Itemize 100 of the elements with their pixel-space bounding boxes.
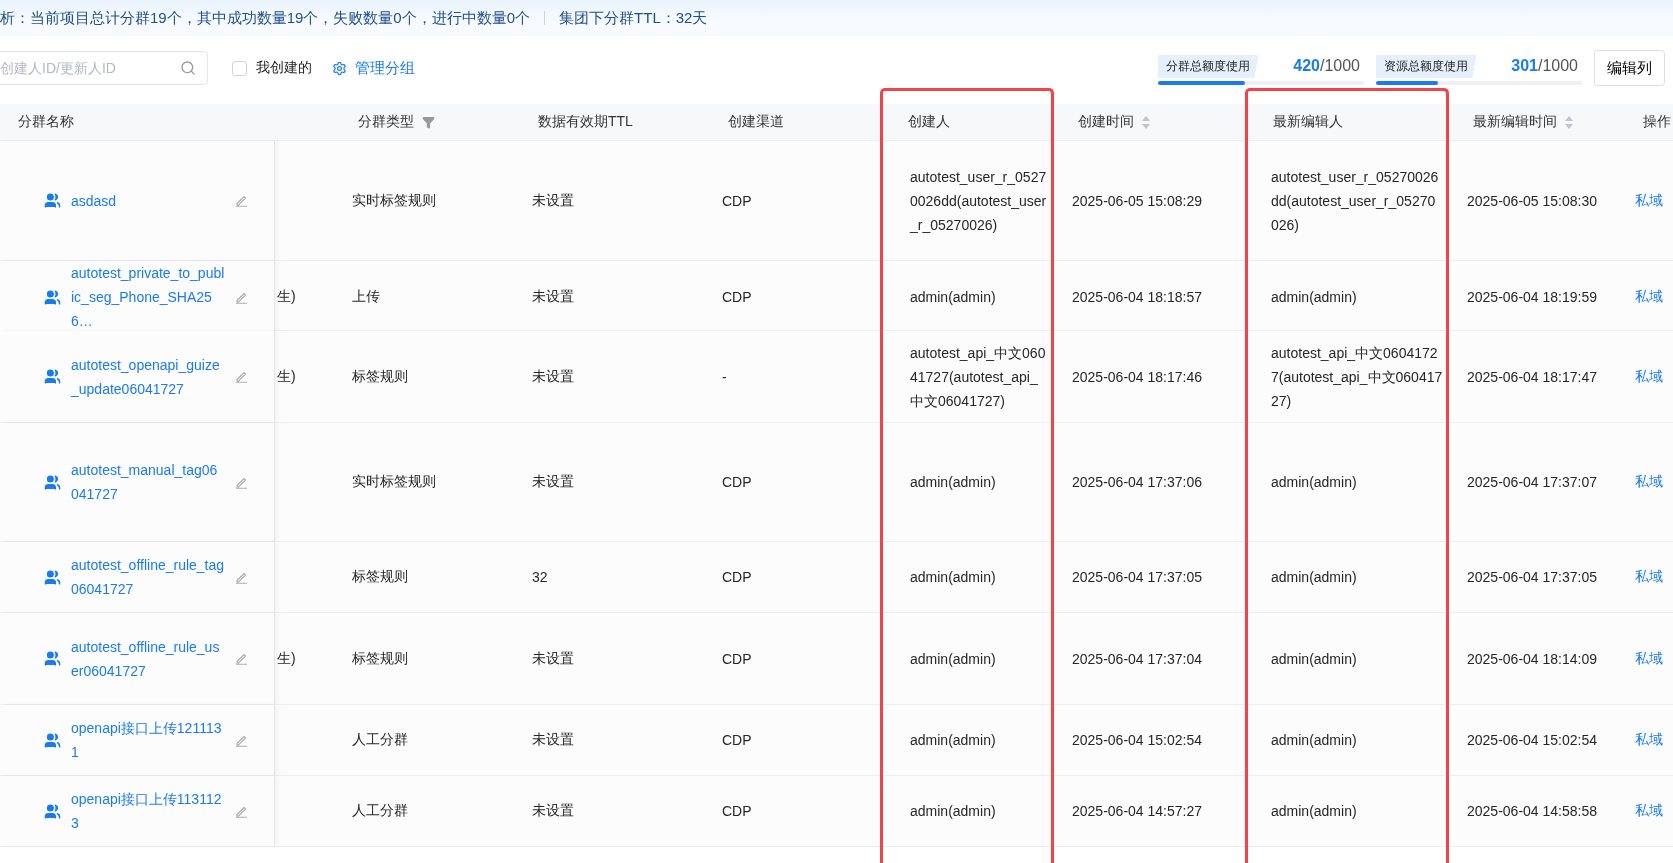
action-link[interactable]: 私域 — [1635, 731, 1663, 749]
gear-icon — [332, 60, 347, 76]
group-icon — [44, 802, 61, 820]
table-cell: 未设置 — [532, 649, 574, 668]
table-cell-text: autotest_api_中文06041727(autotest_api_中文06041727) — [1271, 343, 1443, 411]
table-cell: 生) — [277, 288, 296, 306]
pencil-icon[interactable] — [235, 475, 248, 489]
search-field[interactable]: 创建人ID/更新人ID — [0, 51, 208, 85]
table-cell-text: admin(admin) — [1271, 568, 1357, 587]
table-cell-text: admin(admin) — [910, 473, 996, 492]
manage-groups-link[interactable]: 管理分组 — [332, 58, 415, 78]
table-cell: 2025-06-04 17:37:04 — [1072, 650, 1202, 667]
table-cell-text: admin(admin) — [1271, 802, 1357, 821]
table-cell: 实时标签规则 — [352, 191, 436, 210]
checkbox-label: 我创建的 — [256, 59, 312, 77]
table-cell: 标签规则 — [352, 367, 408, 386]
pencil-icon[interactable] — [235, 194, 248, 207]
segment-name-link[interactable]: autotest_offline_rule_user06041727 — [71, 634, 225, 683]
pencil-icon[interactable] — [235, 370, 248, 383]
segment-name-link[interactable]: autotest_openapi_guize_update06041727 — [71, 352, 225, 401]
segment-name-link[interactable]: asdasd — [71, 188, 225, 213]
sort-icon[interactable] — [1142, 115, 1150, 129]
edit-columns-button[interactable]: 编辑列 — [1594, 50, 1665, 86]
table-cell: CDP — [722, 732, 752, 748]
group-icon — [44, 192, 61, 209]
table-cell-text: admin(admin) — [1271, 288, 1357, 307]
action-link[interactable]: 私域 — [1635, 568, 1663, 586]
table-cell: 未设置 — [532, 367, 574, 386]
group-icon — [44, 288, 61, 306]
table-cell: 2025-06-04 17:37:07 — [1467, 474, 1597, 490]
segment-name-link[interactable]: openapi接口上传1211131 — [71, 716, 225, 764]
table-cell: 2025-06-04 18:18:57 — [1072, 289, 1202, 305]
action-link[interactable]: 私域 — [1635, 473, 1663, 491]
table-cell: 生) — [277, 367, 296, 386]
table-cell-text: autotest_api_中文06041727(autotest_api_中文06041727) — [910, 343, 1047, 411]
table-cell-text: admin(admin) — [1271, 731, 1357, 750]
column-header: 最新编辑人 — [1273, 113, 1343, 131]
table-cell: 2025-06-04 18:14:09 — [1467, 650, 1597, 667]
segment-name-link[interactable]: autotest_offline_rule_tag06041727 — [71, 553, 225, 601]
segment-name-link[interactable]: autotest_manual_tag06041727 — [71, 458, 225, 506]
group-icon — [44, 731, 61, 749]
action-link[interactable]: 私域 — [1635, 367, 1663, 386]
column-header: 创建渠道 — [728, 113, 784, 131]
table-cell-text: admin(admin) — [910, 731, 996, 750]
pencil-icon[interactable] — [235, 733, 248, 747]
table-cell: 2025-06-04 17:37:06 — [1072, 474, 1202, 490]
pencil-icon[interactable] — [235, 652, 248, 665]
table-cell: CDP — [722, 192, 752, 209]
table-cell-text: admin(admin) — [1271, 649, 1357, 669]
action-link[interactable]: 私域 — [1635, 288, 1663, 306]
table-cell: 未设置 — [532, 288, 574, 306]
table-cell: 上传 — [352, 288, 380, 306]
group-icon — [44, 650, 61, 667]
segment-name-link[interactable]: autotest_private_to_public_seg_Phone_SHA256… — [71, 261, 225, 333]
table-cell: 2025-06-04 14:58:58 — [1467, 803, 1597, 819]
pencil-icon[interactable] — [235, 804, 248, 818]
table-cell: 2025-06-04 15:02:54 — [1467, 732, 1597, 748]
column-header: 数据有效期TTL — [538, 113, 633, 131]
column-header: 最新编辑时间 — [1473, 113, 1557, 131]
table-cell-text: admin(admin) — [910, 568, 996, 587]
table-cell: - — [722, 368, 727, 385]
group-icon — [44, 568, 61, 586]
pencil-icon[interactable] — [235, 290, 248, 304]
table-cell: CDP — [722, 650, 752, 667]
action-link[interactable]: 私域 — [1635, 191, 1663, 210]
table-cell: 2025-06-04 17:37:05 — [1072, 569, 1202, 585]
table-cell: 实时标签规则 — [352, 473, 436, 491]
table-cell: 2025-06-04 15:02:54 — [1072, 732, 1202, 748]
column-header: 创建人 — [908, 113, 950, 131]
group-icon — [44, 473, 61, 491]
table-cell: 32 — [532, 569, 548, 585]
table-cell: 2025-06-04 18:17:46 — [1072, 368, 1202, 385]
checkbox[interactable] — [232, 60, 247, 76]
ttl-text: 集团下分群TTL：32天 — [559, 8, 708, 28]
table-cell: 2025-06-05 15:08:29 — [1072, 192, 1202, 209]
segment-name-link[interactable]: openapi接口上传1131123 — [71, 787, 225, 835]
action-link[interactable]: 私域 — [1635, 649, 1663, 668]
action-link[interactable]: 私域 — [1635, 802, 1663, 820]
table-cell: 2025-06-05 15:08:30 — [1467, 192, 1597, 209]
table-cell: 2025-06-04 18:17:47 — [1467, 368, 1597, 385]
sort-icon[interactable] — [1565, 115, 1573, 129]
table-cell: CDP — [722, 569, 752, 585]
column-header: 操作 — [1643, 113, 1671, 131]
table-cell: 未设置 — [532, 731, 574, 749]
table-cell: 人工分群 — [352, 802, 408, 820]
search-icon[interactable] — [180, 60, 196, 76]
table-cell: 人工分群 — [352, 731, 408, 749]
summary-text: 析：当前项目总计分群19个，其中成功数量19个，失败数量0个，进行中数量0个 — [0, 8, 531, 28]
table-cell: 生) — [277, 649, 296, 668]
table-cell: 2025-06-04 18:19:59 — [1467, 289, 1597, 305]
column-header: 分群类型 — [358, 113, 414, 131]
table-cell: 未设置 — [532, 191, 574, 210]
filter-icon[interactable] — [422, 115, 435, 129]
table-cell-text: admin(admin) — [910, 649, 996, 669]
table-cell-text: admin(admin) — [910, 288, 996, 307]
table-cell: 未设置 — [532, 473, 574, 491]
pencil-icon[interactable] — [235, 570, 248, 584]
table-cell: CDP — [722, 803, 752, 819]
table-cell-text: admin(admin) — [910, 802, 996, 821]
table-cell-text: autotest_user_r_05270026dd(autotest_user_r_05270026) — [910, 167, 1048, 235]
